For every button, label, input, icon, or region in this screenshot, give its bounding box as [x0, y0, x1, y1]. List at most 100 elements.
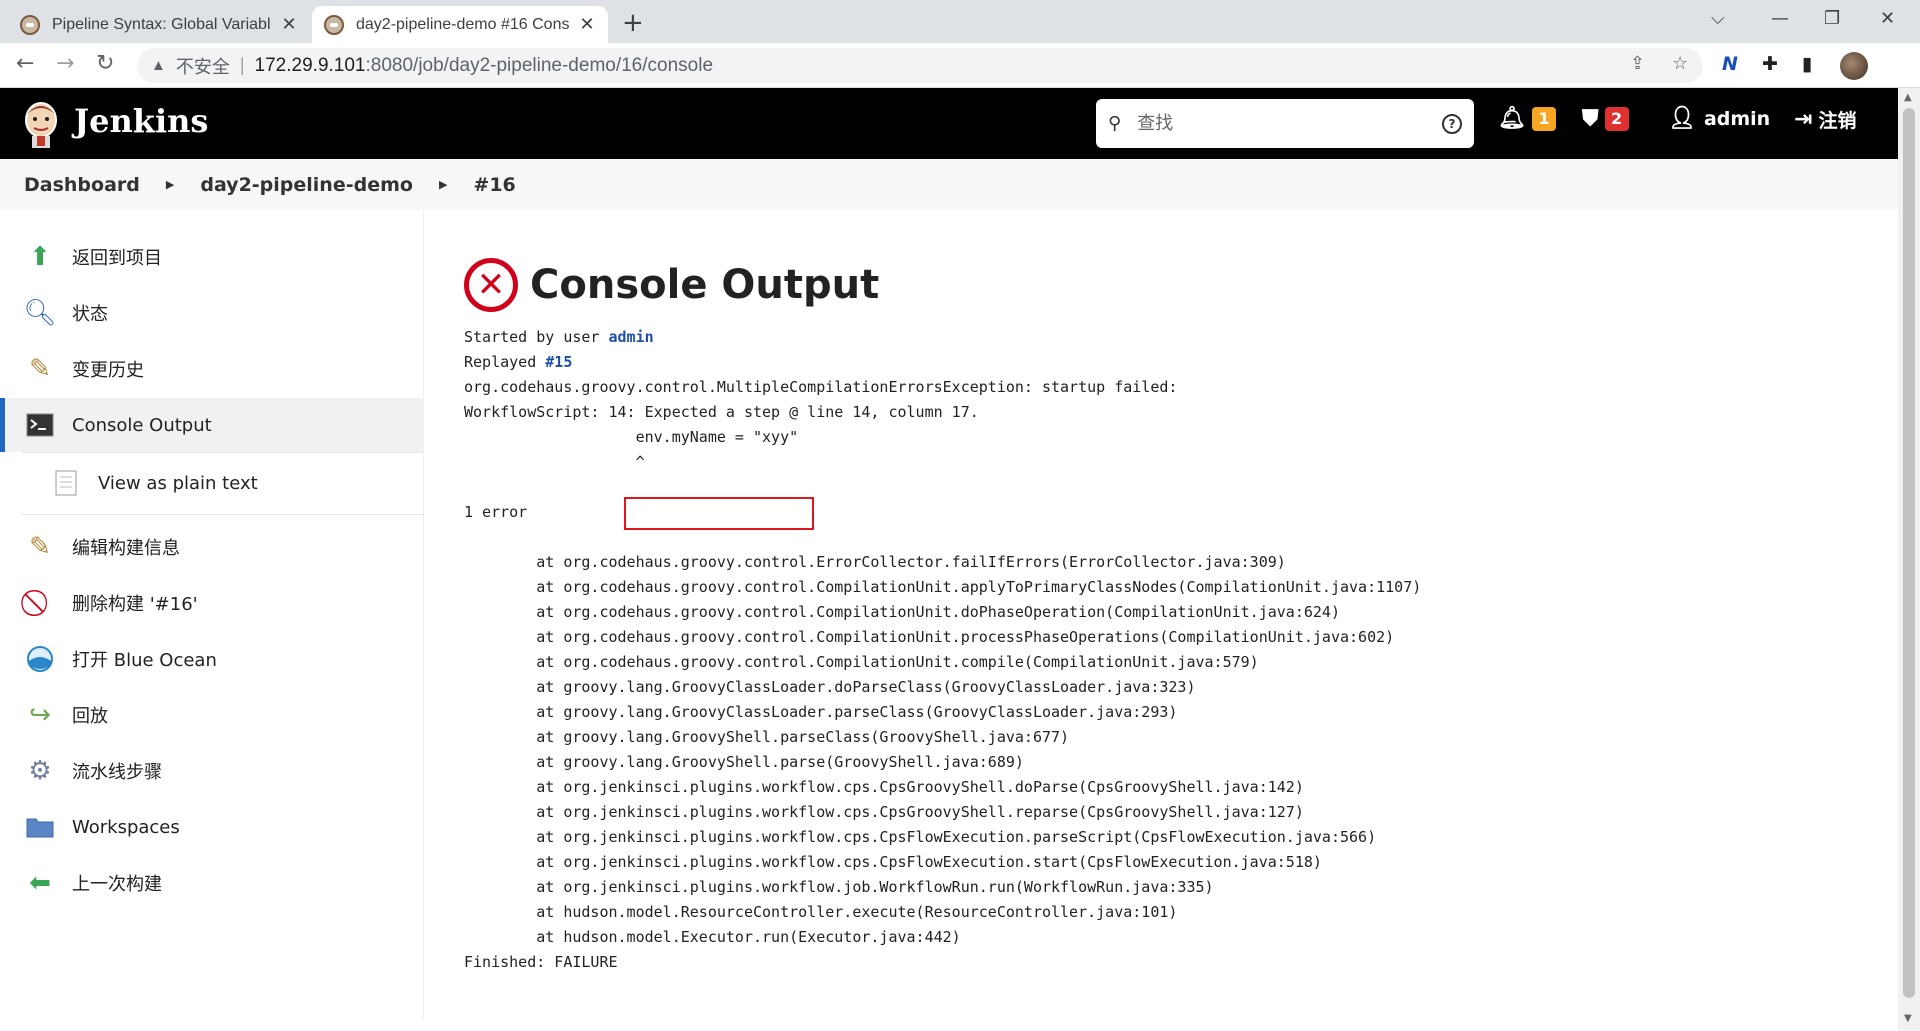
security-badge: 2 [1604, 106, 1629, 131]
notifications-button[interactable]: 🔔︎ 1 [1498, 106, 1556, 131]
security-button[interactable]: ⛊ 2 [1582, 106, 1629, 131]
console-line: org.codehaus.groovy.control.MultipleComp… [464, 378, 1178, 396]
jenkins-favicon-icon [20, 14, 40, 35]
console-line: at org.codehaus.groovy.control.ErrorColl… [464, 553, 1286, 571]
console-output: Started by user admin Replayed #15 org.c… [464, 325, 1864, 975]
scroll-down-icon[interactable]: ▼ [1904, 1013, 1912, 1024]
console-line: at org.jenkinsci.plugins.workflow.cps.Cp… [464, 778, 1304, 796]
sidebar-item-console-output[interactable]: Console Output [0, 398, 424, 452]
insecure-label[interactable]: 不安全 [176, 53, 230, 79]
tab-search-chevron-icon[interactable]: ⌵ [1711, 8, 1725, 29]
breadcrumb-job[interactable]: day2-pipeline-demo [200, 174, 413, 196]
user-link[interactable]: admin [609, 328, 654, 346]
sidebar-item-status[interactable]: 🔍︎ 状态 [0, 286, 424, 340]
folder-icon [24, 811, 56, 843]
url-omnibox[interactable]: ▲ 不安全 | 172.29.9.101:8080/job/day2-pipel… [137, 48, 1703, 83]
sidebar-item-view-plain-text[interactable]: View as plain text [0, 456, 424, 510]
console-line: at groovy.lang.GroovyClassLoader.doParse… [464, 678, 1196, 696]
sidebar-item-previous-build[interactable]: ⬅ 上一次构建 [0, 856, 424, 910]
user-icon: 👤︎ [1668, 106, 1696, 131]
user-menu[interactable]: 👤︎ admin [1668, 106, 1770, 131]
close-icon[interactable]: ✕ [280, 14, 298, 35]
replay-icon: ↪ [29, 700, 51, 730]
sidebar-item-back-to-project[interactable]: ⬆ 返回到项目 [0, 230, 424, 284]
chevron-right-icon[interactable]: ▶ [166, 178, 174, 191]
new-tab-button[interactable]: + [622, 8, 644, 38]
puzzle-extensions-icon[interactable]: ✚ [1762, 53, 1778, 75]
breadcrumb-build[interactable]: #16 [473, 174, 515, 196]
warning-triangle-icon[interactable]: ▲ [151, 57, 166, 74]
notepad-icon: ✎ [29, 354, 51, 384]
sidebar-item-delete-build[interactable]: ⃠ 删除构建 '#16' [0, 576, 424, 630]
terminal-icon [24, 409, 56, 441]
browser-tab-strip: Pipeline Syntax: Global Variabl ✕ day2-p… [0, 0, 1920, 43]
replayed-build-link[interactable]: #15 [545, 353, 572, 371]
blue-ocean-icon [24, 643, 56, 675]
page-title-row: ✕ Console Output [464, 258, 1864, 312]
chevron-right-icon[interactable]: ▶ [439, 178, 447, 191]
replayed-prefix: Replayed [464, 353, 546, 371]
sidebar-item-label: 返回到项目 [72, 248, 162, 269]
search-input[interactable] [1135, 112, 1442, 135]
browser-tab-pipeline-syntax[interactable]: Pipeline Syntax: Global Variabl ✕ [8, 6, 310, 43]
tab-title: Pipeline Syntax: Global Variabl [52, 15, 271, 33]
divider [22, 452, 424, 453]
user-name: admin [1703, 107, 1771, 130]
console-line: ^ [464, 453, 645, 471]
breadcrumb-dashboard[interactable]: Dashboard [24, 174, 140, 196]
url-host[interactable]: 172.29.9.101 [255, 55, 366, 77]
divider [22, 514, 424, 515]
browser-tab-console[interactable]: day2-pipeline-demo #16 Cons ✕ [312, 6, 608, 43]
scrollbar-thumb[interactable] [1903, 108, 1915, 998]
console-line: at groovy.lang.GroovyClassLoader.parseCl… [464, 703, 1178, 721]
sidebar-item-label: Workspaces [72, 816, 180, 838]
sidebar: ⬆ 返回到项目 🔍︎ 状态 ✎ 变更历史 Console Output View… [0, 210, 424, 1020]
page-title: Console Output [530, 262, 880, 308]
console-line: at org.jenkinsci.plugins.workflow.cps.Cp… [464, 803, 1304, 821]
gear-icon: ⚙ [28, 756, 52, 786]
console-line: at groovy.lang.GroovyShell.parse(GroovyS… [464, 753, 1024, 771]
notifications-badge: 1 [1531, 106, 1556, 131]
maximize-icon[interactable]: ❐ [1824, 8, 1840, 29]
sidebar-item-edit-build-info[interactable]: ✎ 编辑构建信息 [0, 520, 424, 574]
jenkins-favicon-icon [324, 14, 344, 35]
side-panel-icon[interactable]: ▮ [1802, 53, 1812, 75]
magnifier-icon: 🔍︎ [23, 298, 57, 328]
started-by-prefix: Started by user [464, 328, 609, 346]
forward-arrow-icon[interactable]: → [56, 51, 74, 76]
sidebar-item-label: 打开 Blue Ocean [72, 650, 217, 671]
bell-icon: 🔔︎ [1498, 106, 1526, 131]
console-line: at org.codehaus.groovy.control.Compilati… [464, 603, 1340, 621]
bookmark-star-icon[interactable]: ☆ [1672, 53, 1688, 74]
jenkins-brand[interactable]: Jenkins [74, 102, 208, 140]
address-bar-row: ← → ↻ ▲ 不安全 | 172.29.9.101:8080/job/day2… [0, 43, 1920, 88]
sidebar-item-pipeline-steps[interactable]: ⚙ 流水线步骤 [0, 744, 424, 798]
jenkins-logo-icon[interactable] [22, 100, 60, 148]
console-line: at org.jenkinsci.plugins.workflow.job.Wo… [464, 878, 1214, 896]
share-icon[interactable]: ⇪ [1630, 53, 1645, 74]
sidebar-item-workspaces[interactable]: Workspaces [0, 800, 424, 854]
window-close-icon[interactable]: ✕ [1880, 8, 1895, 29]
sidebar-item-label: View as plain text [98, 472, 258, 494]
sidebar-item-changes[interactable]: ✎ 变更历史 [0, 342, 424, 396]
url-path[interactable]: :8080/job/day2-pipeline-demo/16/console [366, 55, 714, 77]
no-entry-icon: ⃠ [24, 587, 56, 619]
logout-button[interactable]: ⇥ 注销 [1794, 106, 1856, 133]
page-scrollbar[interactable]: ▲ ▼ [1898, 88, 1920, 1031]
console-line: WorkflowScript: 14: Expected a step @ li… [464, 403, 979, 421]
close-icon[interactable]: ✕ [578, 14, 596, 35]
back-arrow-icon[interactable]: ← [16, 51, 34, 76]
scroll-up-icon[interactable]: ▲ [1904, 92, 1912, 103]
extension-n-icon[interactable]: N [1722, 53, 1738, 75]
error-highlight-box [624, 497, 814, 530]
minimize-icon[interactable]: — [1771, 8, 1789, 29]
sidebar-item-label: Console Output [72, 414, 212, 436]
sidebar-item-replay[interactable]: ↪ 回放 [0, 688, 424, 742]
sidebar-item-label: 变更历史 [72, 360, 144, 381]
reload-icon[interactable]: ↻ [96, 51, 114, 76]
help-icon[interactable]: ? [1442, 113, 1462, 134]
sidebar-item-blue-ocean[interactable]: 打开 Blue Ocean [0, 632, 424, 686]
shield-icon: ⛊ [1582, 106, 1599, 131]
profile-avatar[interactable] [1840, 52, 1868, 80]
console-line: at org.codehaus.groovy.control.Compilati… [464, 628, 1395, 646]
